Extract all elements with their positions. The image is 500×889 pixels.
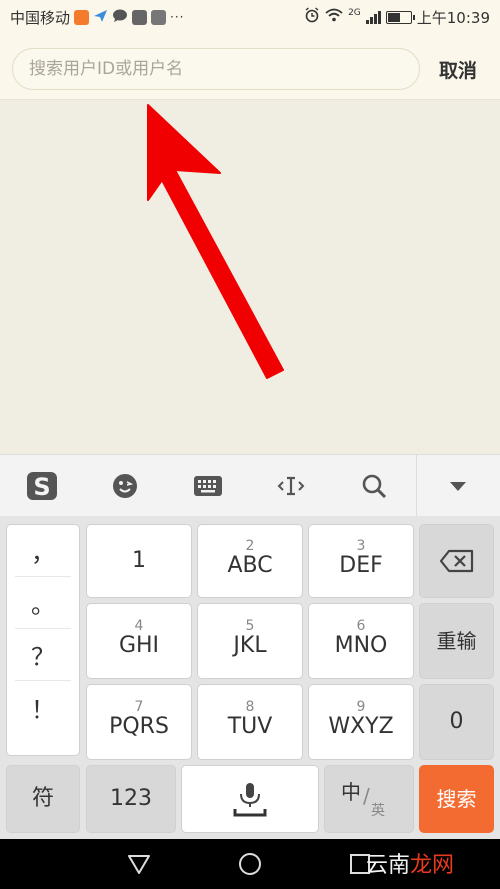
card-app-icon (151, 9, 167, 25)
navigation-bar: 云南龙网 (0, 839, 500, 889)
emoji-icon[interactable] (83, 455, 166, 516)
key-5-jkl[interactable]: 5 JKL (197, 603, 303, 679)
back-icon[interactable] (119, 847, 159, 881)
watermark-logo: 云南龙网 (366, 853, 455, 878)
search-input[interactable] (12, 48, 420, 90)
reenter-key[interactable]: 重输 (419, 603, 494, 679)
backspace-key[interactable] (419, 524, 494, 598)
microphone-icon (233, 783, 267, 817)
cursor-icon[interactable] (250, 455, 333, 516)
key-9-wxyz[interactable]: 9 WXYZ (308, 684, 414, 760)
signal-icon (365, 10, 381, 24)
chat-app-icon (112, 8, 128, 27)
punct-key[interactable]: ？ (15, 629, 71, 681)
network-type-label: 2G (348, 8, 361, 18)
key-3-def[interactable]: 3 DEF (308, 524, 414, 598)
svg-text:S: S (33, 473, 50, 501)
key-1[interactable]: 1 (86, 524, 192, 598)
cancel-button[interactable]: 取消 (430, 48, 486, 90)
language-switch-label: 中 / 英 (341, 780, 385, 819)
key-2-abc[interactable]: 2 ABC (197, 524, 303, 598)
punct-key[interactable]: ， (15, 525, 71, 577)
plane-app-icon (93, 8, 108, 27)
punct-key[interactable]: 。 (15, 577, 71, 629)
key-6-mno[interactable]: 6 MNO (308, 603, 414, 679)
status-bar: 中国移动 ··· 2G 上午10:39 (0, 0, 500, 34)
search-results-area (0, 100, 500, 454)
sogou-logo-icon[interactable]: S (0, 455, 83, 516)
more-notifications-icon: ··· (170, 10, 185, 24)
search-header: 取消 (0, 34, 500, 100)
video-app-icon (74, 9, 90, 25)
punct-key[interactable]: ！ (15, 681, 71, 733)
red-arrow-annotation (147, 104, 284, 379)
alarm-icon (304, 7, 320, 27)
keyboard-body: ， 。 ？ ！ 1 2 ABC 3 DEF 4 GHI 5 JKL 6 MNO … (0, 516, 500, 839)
key-4-ghi[interactable]: 4 GHI (86, 603, 192, 679)
punctuation-column[interactable]: ， 。 ？ ！ (6, 524, 80, 756)
battery-icon (385, 10, 415, 24)
key-8-tuv[interactable]: 8 TUV (197, 684, 303, 760)
space-voice-key[interactable] (181, 765, 319, 833)
keyboard-icon[interactable] (166, 455, 249, 516)
search-key[interactable]: 搜索 (419, 765, 494, 833)
search-icon[interactable] (333, 455, 416, 516)
key-7-pqrs[interactable]: 7 PQRS (86, 684, 192, 760)
wifi-icon (325, 8, 343, 26)
photo-app-icon (132, 9, 148, 25)
numeric-key[interactable]: 123 (86, 765, 176, 833)
backspace-icon (439, 549, 473, 573)
clock-time: 上午10:39 (416, 8, 490, 27)
keyboard-toolbar: S (0, 454, 500, 516)
key-0[interactable]: 0 (419, 684, 494, 760)
carrier-name: 中国移动 (10, 8, 71, 27)
language-switch-key[interactable]: 中 / 英 (324, 765, 414, 833)
symbol-key[interactable]: 符 (6, 765, 80, 833)
collapse-icon[interactable] (415, 455, 500, 516)
home-icon[interactable] (230, 847, 270, 881)
